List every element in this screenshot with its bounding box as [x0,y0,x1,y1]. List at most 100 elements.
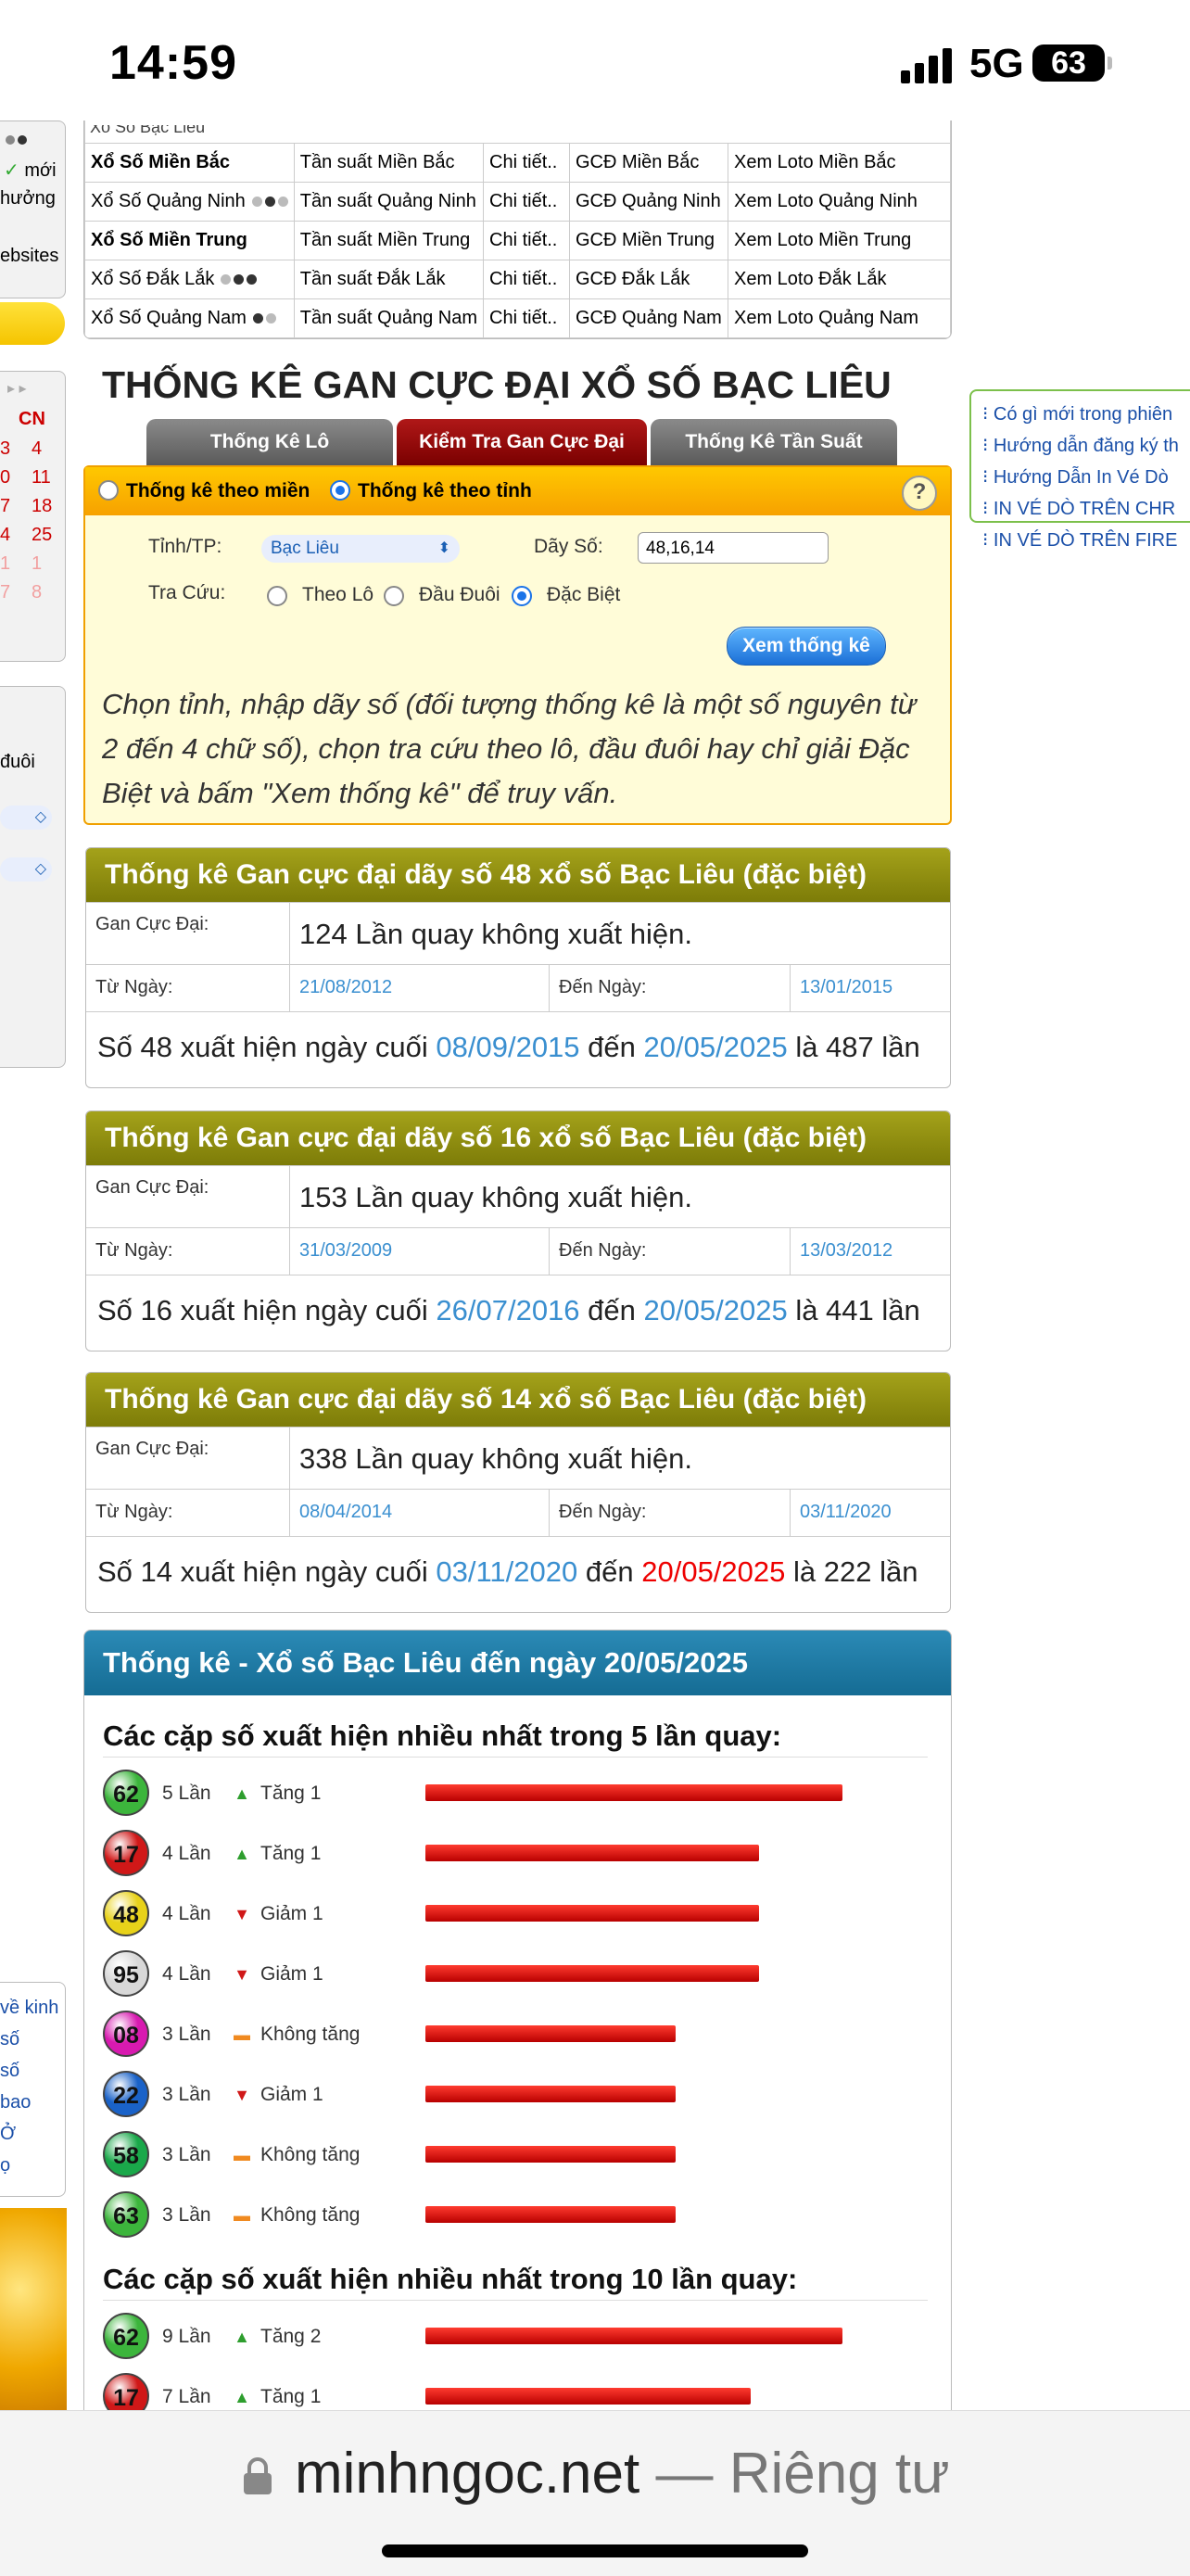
nav-link[interactable]: Chi tiết.. [483,298,570,339]
tab-thong-ke-tan-suat[interactable]: Thống Kê Tần Suất [651,419,897,465]
view-stats-button[interactable]: Xem thống kê [727,627,886,666]
left-link[interactable]: về kinh [0,1998,58,2019]
url-text[interactable]: minhngoc.net — Riêng tư [295,2441,950,2506]
nav-link[interactable]: Xổ Số Miền Trung [84,220,295,260]
appearance-count: 4 Lần [162,1903,211,1924]
gan-result-title: Thống kê Gan cực đại dãy số 16 xổ số Bạc… [86,1111,950,1165]
appearance-count: 4 Lần [162,1843,211,1864]
left-select[interactable]: ◇ [0,806,52,830]
radio-by-region[interactable] [98,480,119,501]
from-date[interactable]: 08/04/2014 [290,1490,550,1536]
from-date[interactable]: 21/08/2012 [290,965,550,1011]
gan-value: 124 Lần quay không xuất hiện. [299,918,693,950]
left-link[interactable]: số [0,2061,19,2082]
to-date[interactable]: 13/03/2012 [791,1228,950,1275]
left-link[interactable]: số [0,2029,19,2050]
nav-link[interactable]: Chi tiết.. [483,142,570,183]
nav-link[interactable]: Xem Loto Quảng Nam [728,298,951,339]
nav-link[interactable]: Tần suất Đắk Lắk [293,259,485,299]
arrow-up-icon: ▲ [234,1845,250,1863]
stats-row: 62 9 Lần ▲ Tăng 2 [103,2313,937,2365]
nav-link[interactable]: Xổ Số Quảng Ninh [84,181,295,222]
nav-link[interactable]: Chi tiết.. [483,220,570,260]
nav-link[interactable]: GCĐ Đắk Lắk [569,259,728,299]
province-label: Tỉnh/TP: [148,536,222,557]
appearance-count: 4 Lần [162,1963,211,1985]
right-link[interactable]: ⁝ IN VÉ DÒ TRÊN CHR [982,497,1175,520]
appearance-count: 3 Lần [162,2024,211,2045]
number-ball: 48 [103,1890,149,1936]
trend-label: ▬ Không tăng [231,2144,360,2166]
right-link[interactable]: ⁝ IN VÉ DÒ TRÊN FIRE [982,528,1177,552]
nav-link[interactable]: GCĐ Miền Trung [569,220,728,260]
left-select[interactable]: ◇ [0,857,52,882]
stats-row: 17 4 Lần ▲ Tăng 1 [103,1830,937,1882]
radio-dac-biet[interactable] [512,586,532,606]
from-date[interactable]: 31/03/2009 [290,1228,550,1275]
to-date[interactable]: 13/01/2015 [791,965,950,1011]
nav-link[interactable]: Xổ Số Miền Bắc [84,142,295,183]
arrow-down-icon: ▼ [234,2086,250,2104]
left-link[interactable]: ọ [0,2155,10,2176]
end-date-link[interactable]: 20/05/2025 [644,1031,788,1063]
gan-value: 338 Lần quay không xuất hiện. [299,1442,693,1475]
last-date-link[interactable]: 03/11/2020 [436,1555,577,1588]
to-date[interactable]: 03/11/2020 [791,1490,950,1536]
browser-url-bar[interactable]: minhngoc.net — Riêng tư [0,2410,1190,2576]
frequency-bar [425,1965,759,1982]
last-date-link[interactable]: 26/07/2016 [436,1294,579,1326]
trend-label: ▼ Giảm 1 [231,1903,323,1925]
left-yellow-button[interactable] [0,302,65,345]
radio-theo-lo[interactable] [267,586,287,606]
last-date-link[interactable]: 08/09/2015 [436,1031,579,1063]
right-link[interactable]: ⁝ Hướng Dẫn In Vé Dò [982,465,1169,489]
web-page[interactable]: ✓ mới hưởng ebsites ▸ ▸ CN 34 0 11 7 18 42… [0,121,1190,2410]
stats-row: 63 3 Lần ▬ Không tăng [103,2191,937,2243]
end-date-link[interactable]: 20/05/2025 [641,1555,785,1588]
left-link[interactable]: bao [0,2092,31,2113]
gan-label: Gan Cực Đại: [86,1428,290,1489]
nav-link[interactable]: Tần suất Quảng Nam [293,298,485,339]
radio-dac-biet-label: Đặc Biệt [547,584,621,605]
nav-link[interactable]: GCĐ Miền Bắc [569,142,728,183]
nav-link[interactable]: Chi tiết.. [483,181,570,222]
frequency-bar [425,2388,751,2405]
nav-link[interactable]: Tần suất Miền Bắc [293,142,485,183]
end-date-link[interactable]: 20/05/2025 [644,1294,788,1326]
nav-link[interactable]: Tần suất Miền Trung [293,220,485,260]
stats-row: 95 4 Lần ▼ Giảm 1 [103,1950,937,2002]
frequency-bar [425,2086,676,2102]
nav-link[interactable]: Xem Loto Miền Bắc [728,142,951,183]
numbers-input[interactable]: 48,16,14 [638,532,829,564]
province-select[interactable]: Bạc Liêu ⬍ [261,535,460,563]
nav-link[interactable]: GCĐ Quảng Ninh [569,181,728,222]
left-gold-banner[interactable] [0,2208,67,2410]
nav-link[interactable]: Xem Loto Quảng Ninh [728,181,951,222]
home-indicator[interactable] [382,2544,808,2557]
radio-by-province[interactable] [330,480,350,501]
left-link[interactable]: Ở [0,2124,16,2145]
table-row: Xổ Số Miền Bắc Tần suất Miền Bắc Chi tiế… [84,142,951,183]
status-bar: 14:59 5G 63 [0,0,1190,121]
number-ball: 17 [103,1830,149,1876]
nav-link[interactable]: Xem Loto Miền Trung [728,220,951,260]
nav-link[interactable]: Tần suất Quảng Ninh [293,181,485,222]
nav-link[interactable]: Chi tiết.. [483,259,570,299]
nav-link[interactable]: Xem Loto Đắk Lắk [728,259,951,299]
tab-kiem-tra-gan[interactable]: Kiểm Tra Gan Cực Đại [397,419,647,465]
to-label: Đến Ngày: [550,965,791,1011]
radio-theo-lo-label: Theo Lô [302,584,374,605]
left-snip: hưởng [0,188,56,209]
right-link[interactable]: ⁝ Có gì mới trong phiên [982,402,1172,425]
help-icon[interactable]: ? [902,476,937,511]
radio-dau-duoi[interactable] [384,586,404,606]
radio-dau-duoi-label: Đầu Đuôi [419,584,500,605]
table-row: Xổ Số Đắk Lắk Tần suất Đắk Lắk Chi tiết.… [84,259,951,299]
nav-link[interactable]: Xổ Số Đắk Lắk [84,259,295,299]
frequency-bar [425,2328,842,2344]
nav-link[interactable]: Xổ Số Quảng Nam [84,298,295,339]
right-link[interactable]: ⁝ Hướng dẫn đăng ký th [982,434,1179,457]
nav-link[interactable]: GCĐ Quảng Nam [569,298,728,339]
appearance-count: 7 Lần [162,2386,211,2407]
tab-thong-ke-lo[interactable]: Thống Kê Lô [146,419,393,465]
